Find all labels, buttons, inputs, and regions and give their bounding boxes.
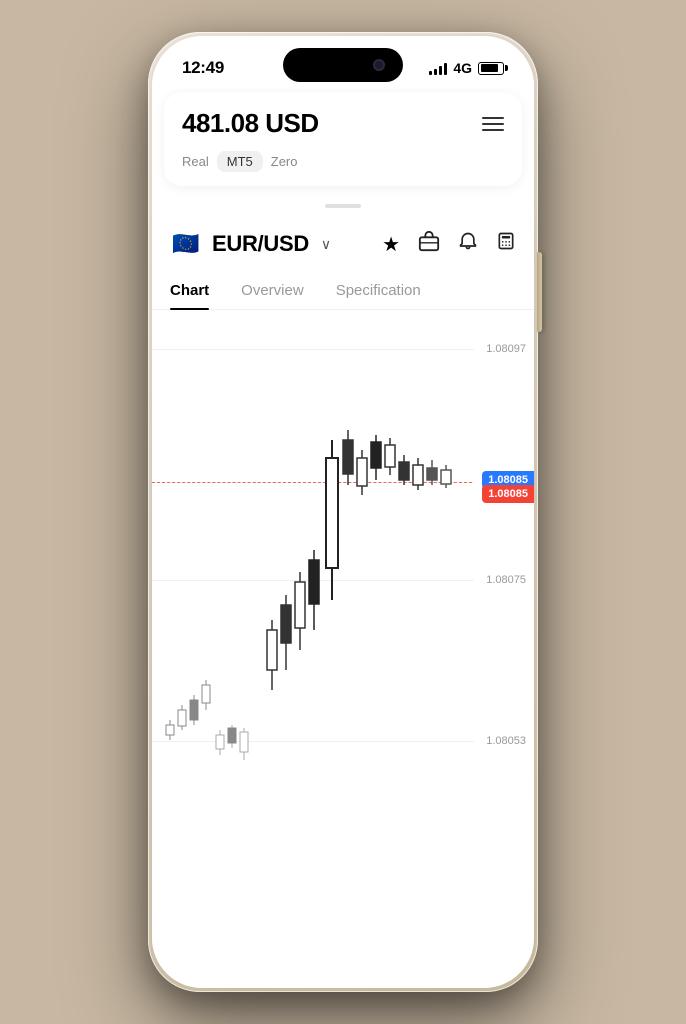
signal-bar-3 bbox=[439, 66, 442, 75]
price-chart[interactable]: 1.08097 1.08075 1.08053 1.08085 1.08085 bbox=[152, 310, 534, 800]
tab-specification[interactable]: Specification bbox=[336, 272, 421, 309]
phone-frame: 12:49 4G bbox=[148, 32, 538, 992]
pair-name[interactable]: EUR/USD bbox=[212, 231, 309, 257]
calculator-icon[interactable] bbox=[496, 231, 516, 257]
status-time: 12:49 bbox=[182, 58, 224, 78]
chevron-down-icon[interactable]: ∨ bbox=[321, 236, 331, 253]
tab-overview[interactable]: Overview bbox=[241, 272, 304, 309]
price-label-1: 1.08097 bbox=[486, 343, 526, 355]
sheet-handle bbox=[325, 204, 361, 208]
menu-line-1 bbox=[482, 117, 504, 119]
menu-line-3 bbox=[482, 129, 504, 131]
signal-bars bbox=[429, 61, 447, 75]
signal-bar-4 bbox=[444, 63, 447, 75]
price-label-4: 1.08053 bbox=[486, 735, 526, 747]
header-top: 481.08 USD bbox=[182, 108, 504, 139]
account-tag-mt5[interactable]: MT5 bbox=[217, 151, 263, 172]
account-tag-zero[interactable]: Zero bbox=[271, 154, 298, 169]
screen: 12:49 4G bbox=[152, 36, 534, 988]
account-tags: Real MT5 Zero bbox=[182, 151, 504, 172]
eur-flag: 🇪🇺 bbox=[170, 228, 202, 260]
network-label: 4G bbox=[453, 60, 472, 76]
bid-price-badge: 1.08085 bbox=[482, 485, 534, 503]
bottom-sheet: 🇪🇺 EUR/USD ∨ ★ bbox=[152, 196, 534, 800]
watchlist-star-icon[interactable]: ★ bbox=[382, 232, 400, 257]
battery-fill bbox=[481, 64, 499, 72]
pair-left: 🇪🇺 EUR/USD ∨ bbox=[170, 228, 331, 260]
pair-action-icons: ★ bbox=[382, 230, 516, 258]
signal-bar-2 bbox=[434, 69, 437, 75]
dynamic-island bbox=[283, 48, 403, 82]
alert-bell-icon[interactable] bbox=[458, 231, 478, 257]
tab-chart[interactable]: Chart bbox=[170, 272, 209, 309]
header-card: 481.08 USD Real MT5 Zero bbox=[164, 92, 522, 186]
menu-button[interactable] bbox=[482, 117, 504, 131]
signal-bar-1 bbox=[429, 71, 432, 75]
candlestick-svg bbox=[152, 310, 482, 800]
price-label-3: 1.08075 bbox=[486, 574, 526, 586]
phone-inner: 12:49 4G bbox=[152, 36, 534, 988]
account-tag-real[interactable]: Real bbox=[182, 154, 209, 169]
camera-dot bbox=[373, 59, 385, 71]
balance-display: 481.08 USD bbox=[182, 108, 319, 139]
menu-line-2 bbox=[482, 123, 504, 125]
battery-icon bbox=[478, 62, 504, 75]
status-right: 4G bbox=[429, 60, 504, 76]
chart-content: 1.08097 1.08075 1.08053 1.08085 1.08085 bbox=[152, 310, 534, 800]
pair-row: 🇪🇺 EUR/USD ∨ ★ bbox=[152, 220, 534, 272]
battery-body bbox=[478, 62, 504, 75]
status-bar: 12:49 4G bbox=[152, 36, 534, 86]
chart-tabs: Chart Overview Specification bbox=[152, 272, 534, 310]
trade-briefcase-icon[interactable] bbox=[418, 230, 440, 258]
